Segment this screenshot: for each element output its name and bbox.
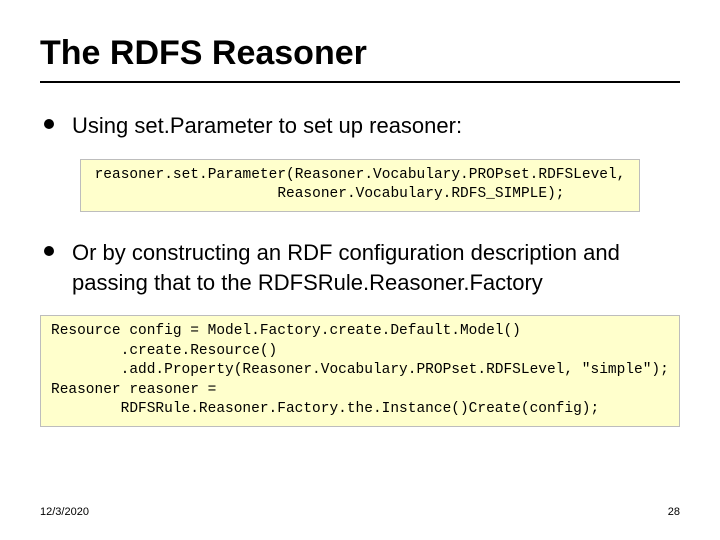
slide-title: The RDFS Reasoner [40,34,680,73]
bullet-icon [44,246,54,256]
slide-footer: 12/3/2020 28 [40,506,680,518]
bullet-text: Using set.Parameter to set up reasoner: [72,111,462,141]
footer-date: 12/3/2020 [40,506,89,518]
bullet-text: Or by constructing an RDF configuration … [72,238,680,297]
bullet-icon [44,119,54,129]
slide: The RDFS Reasoner Using set.Parameter to… [0,0,720,540]
bullet-item: Or by constructing an RDF configuration … [44,238,680,297]
title-rule [40,81,680,83]
code-block-setparameter: reasoner.set.Parameter(Reasoner.Vocabula… [80,159,640,212]
bullet-item: Using set.Parameter to set up reasoner: [44,111,680,141]
code-block-config: Resource config = Model.Factory.create.D… [40,315,680,427]
footer-page-number: 28 [668,506,680,518]
